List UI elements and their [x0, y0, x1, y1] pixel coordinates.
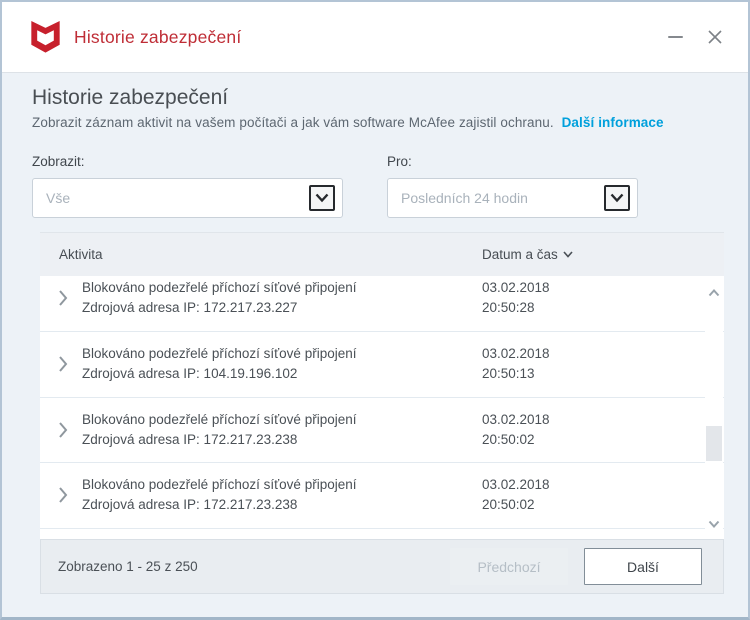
- chevron-right-icon: [59, 356, 68, 372]
- next-button[interactable]: Další: [584, 548, 702, 585]
- activity-date: 03.02.2018: [482, 345, 550, 361]
- table-row[interactable]: Blokováno podezřelé příchozí síťové přip…: [40, 276, 724, 332]
- table-row[interactable]: Blokováno podezřelé příchozí síťové přip…: [40, 332, 724, 398]
- column-header-datetime[interactable]: Datum a čas: [482, 247, 573, 262]
- for-filter-value: Posledních 24 hodin: [401, 190, 528, 206]
- sort-chevron-down-icon: [563, 251, 573, 258]
- previous-button[interactable]: Předchozí: [450, 548, 568, 585]
- table-row[interactable]: Blokováno podezřelé příchozí síťové přip…: [40, 398, 724, 464]
- chevron-down-icon: [708, 520, 720, 528]
- activity-text: Blokováno podezřelé příchozí síťové přip…: [82, 411, 357, 427]
- pagination-bar: Zobrazeno 1 - 25 z 250 Předchozí Další: [40, 539, 724, 594]
- activity-time: 20:50:28: [482, 300, 535, 315]
- chevron-down-icon: [315, 193, 329, 203]
- scroll-down-button[interactable]: [705, 517, 723, 531]
- table-row[interactable]: Blokováno podezřelé příchozí síťové přip…: [40, 463, 724, 530]
- activity-time: 20:50:13: [482, 365, 535, 381]
- page-title: Historie zabezpečení: [32, 86, 229, 109]
- window-title: Historie zabezpečení: [74, 26, 242, 47]
- activity-detail: Zdrojová adresa IP: 104.19.196.102: [82, 365, 298, 381]
- for-filter-label: Pro:: [387, 154, 412, 169]
- table-body: Blokováno podezřelé příchozí síťové přip…: [40, 276, 724, 539]
- activity-detail: Zdrojová adresa IP: 172.217.23.238: [82, 431, 298, 447]
- chevron-right-icon: [59, 290, 68, 306]
- scrollbar-thumb[interactable]: [706, 426, 722, 461]
- activity-text: Blokováno podezřelé příchozí síťové přip…: [82, 477, 357, 493]
- show-filter-value: Vše: [46, 190, 71, 206]
- dropdown-button[interactable]: [604, 185, 630, 211]
- close-icon: [708, 30, 722, 44]
- activity-detail: Zdrojová adresa IP: 172.217.23.238: [82, 497, 298, 513]
- activity-text: Blokováno podezřelé příchozí síťové přip…: [82, 345, 357, 361]
- close-button[interactable]: [702, 24, 728, 50]
- subtitle-text: Zobrazit záznam aktivit na vašem počítač…: [32, 115, 554, 130]
- activity-text: Blokováno podezřelé příchozí síťové přip…: [82, 280, 357, 295]
- learn-more-link[interactable]: Další informace: [562, 115, 664, 130]
- show-filter-dropdown[interactable]: Vše: [32, 178, 343, 218]
- security-history-window: Historie zabezpečení Historie zabezpečen…: [0, 0, 750, 620]
- minimize-icon: [667, 36, 683, 38]
- column-header-activity[interactable]: Aktivita: [40, 247, 103, 262]
- mcafee-logo-icon: [31, 20, 60, 53]
- chevron-right-icon: [59, 487, 68, 504]
- chevron-right-icon: [59, 421, 68, 438]
- minimize-button[interactable]: [662, 24, 688, 50]
- table-scrollbar[interactable]: [705, 276, 723, 539]
- activity-time: 20:50:02: [482, 497, 535, 513]
- scroll-up-button[interactable]: [705, 286, 723, 300]
- table-header: Aktivita Datum a čas: [40, 232, 724, 276]
- activity-detail: Zdrojová adresa IP: 172.217.23.227: [82, 300, 298, 315]
- activity-date: 03.02.2018: [482, 477, 550, 493]
- activity-date: 03.02.2018: [482, 411, 550, 427]
- column-header-datetime-label: Datum a čas: [482, 247, 558, 262]
- results-summary: Zobrazeno 1 - 25 z 250: [58, 559, 198, 574]
- titlebar: Historie zabezpečení: [2, 2, 748, 73]
- for-filter-dropdown[interactable]: Posledních 24 hodin: [387, 178, 638, 218]
- show-filter-label: Zobrazit:: [32, 154, 85, 169]
- chevron-down-icon: [610, 193, 624, 203]
- chevron-up-icon: [708, 289, 720, 297]
- dropdown-button[interactable]: [309, 185, 335, 211]
- activity-time: 20:50:02: [482, 431, 535, 447]
- activity-date: 03.02.2018: [482, 280, 550, 295]
- activity-table: Aktivita Datum a čas Blokováno podezřelé…: [40, 232, 724, 539]
- page-subtitle: Zobrazit záznam aktivit na vašem počítač…: [32, 115, 664, 130]
